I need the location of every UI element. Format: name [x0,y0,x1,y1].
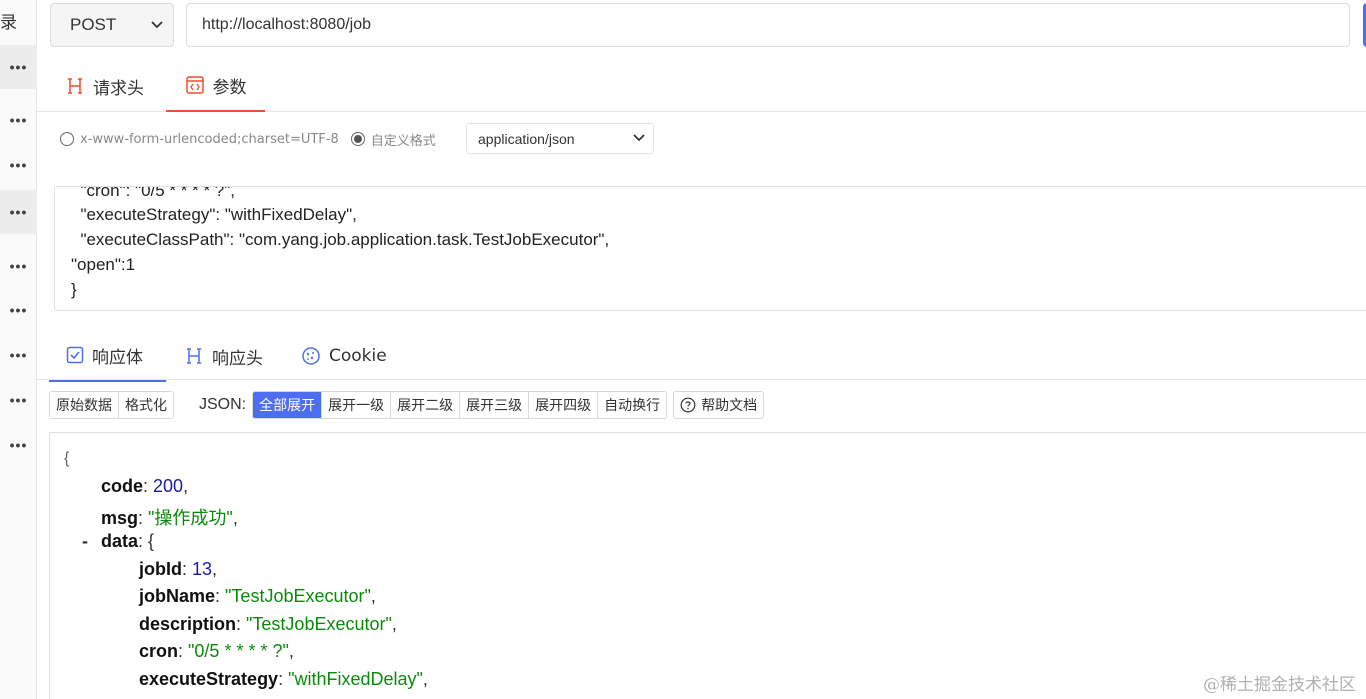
tab-response-headers[interactable]: 响应头 [184,330,263,382]
tab-cookie[interactable]: Cookie [301,330,387,382]
view-mode-group: 原始数据 格式化 [49,391,174,419]
json-key: executeStrategy [139,669,279,689]
sidebar-title: 录 [0,13,17,33]
response-toolbar: 原始数据 格式化 JSON: 全部展开 展开一级 展开二级 展开三级 展开四级 … [49,391,765,419]
word-wrap-button[interactable]: 自动换行 [598,392,667,418]
json-string: "TestJobExecutor" [246,614,392,634]
json-open-brace: { [64,450,70,467]
content-type-select[interactable]: application/json [466,123,654,154]
response-json-viewer: { code: 200, msg: "操作成功", - data: { jobI… [49,432,1366,699]
json-string: "withFixedDelay" [288,669,423,689]
json-line-cron: cron: "0/5 * * * * ?", [139,641,294,661]
expand-level-2-button[interactable]: 展开二级 [391,392,461,418]
method-select[interactable]: POST [50,3,174,47]
json-key: description [139,614,237,634]
json-string: "TestJobExecutor" [225,586,371,606]
chevron-down-icon [151,21,163,29]
tab-params-label: 参数 [212,77,247,98]
history-item-more-icon[interactable]: ••• [0,190,37,234]
cookie-icon [301,346,321,366]
tab-request-headers[interactable]: 请求头 [65,60,144,112]
expand-all-button[interactable]: 全部展开 [253,392,323,418]
body-line: "executeStrategy": "withFixedDelay", [71,205,357,224]
chevron-down-icon [633,134,645,142]
radio-form-urlencoded[interactable] [60,132,74,146]
expand-level-3-button[interactable]: 展开三级 [460,392,530,418]
help-docs-label: 帮助文档 [701,398,758,414]
json-line-executestrategy: executeStrategy: "withFixedDelay", [139,669,428,689]
body-line: "open":1 [71,255,136,274]
radio-form-urlencoded-label: x-www-form-urlencoded;charset=UTF-8 [80,131,339,147]
history-item-more-icon[interactable]: ••• [0,143,37,187]
format-button[interactable]: 格式化 [119,392,173,418]
json-line-jobid: jobId: 13, [139,559,218,579]
json-key: code [101,476,144,496]
method-value: POST [70,15,117,34]
json-line-code: code: 200, [101,476,189,496]
radio-custom-format-label: 自定义格式 [370,133,436,149]
json-key: data [101,531,139,551]
checkbox-icon [66,346,84,364]
url-value: http://localhost:8080/job [202,16,372,33]
json-string: "操作成功" [148,508,233,528]
tab-request-headers-label: 请求头 [93,78,144,99]
json-line-description: description: "TestJobExecutor", [139,614,397,634]
history-item-more-icon[interactable]: ••• [0,244,37,288]
expand-level-4-button[interactable]: 展开四级 [529,392,599,418]
tab-response-headers-label: 响应头 [212,348,263,369]
history-item-more-icon[interactable]: ••• [0,45,37,89]
body-line: } [71,280,77,299]
tab-response-body[interactable]: 响应体 [49,330,166,382]
body-line: "executeClassPath": "com.yang.job.applic… [71,230,610,249]
history-item-more-icon[interactable]: ••• [0,423,37,467]
request-tabs: 请求头 参数 [37,60,1366,112]
json-key: msg [101,508,139,528]
json-data-open-brace: { [148,531,155,551]
history-sidebar: 录 ••• ••• ••• ••• ••• ••• ••• ••• ••• [0,0,37,699]
history-item-more-icon[interactable]: ••• [0,333,37,377]
header-h-icon [65,77,85,95]
json-number: 13 [192,559,213,579]
tab-params[interactable]: 参数 [166,60,265,112]
help-docs-button[interactable]: 帮助文档 [673,391,765,419]
json-line-jobname: jobName: "TestJobExecutor", [139,586,376,606]
body-line: "cron": "0/5 * * * * ?", [71,186,235,200]
json-line-data: data: { [101,531,155,551]
expand-level-group: 全部展开 展开一级 展开二级 展开三级 展开四级 自动换行 [252,391,668,419]
code-file-icon [185,75,205,95]
json-label: JSON: [199,396,247,413]
json-number: 200 [153,476,184,496]
watermark: @稀土掘金技术社区 [1203,675,1356,695]
history-item-more-icon[interactable]: ••• [0,98,37,142]
tab-cookie-label: Cookie [329,346,387,366]
request-body-editor[interactable]: "cron": "0/5 * * * * ?", "executeStrateg… [54,186,1366,311]
url-input[interactable]: http://localhost:8080/job [186,3,1350,47]
json-key: cron [139,641,179,661]
json-string: "0/5 * * * * ?" [188,641,289,661]
content-type-options: x-www-form-urlencoded;charset=UTF-8 自定义格… [60,124,448,154]
history-item-more-icon[interactable]: ••• [0,288,37,332]
history-item-more-icon[interactable]: ••• [0,378,37,422]
header-h-icon [184,347,204,365]
json-key: jobName [139,586,216,606]
radio-custom-format[interactable] [350,132,365,146]
raw-data-button[interactable]: 原始数据 [50,392,119,418]
json-key: jobId [139,559,182,579]
content-type-value: application/json [478,130,575,147]
expand-level-1-button[interactable]: 展开一级 [322,392,392,418]
json-line-msg: msg: "操作成功", [101,508,238,528]
response-tabs: 响应体 响应头 Cookie [37,330,1366,382]
tab-response-body-label: 响应体 [92,347,143,368]
app-window: 录 ••• ••• ••• ••• ••• ••• ••• ••• ••• PO… [0,0,1366,699]
collapse-toggle[interactable]: - [82,531,88,552]
help-icon [680,397,696,413]
